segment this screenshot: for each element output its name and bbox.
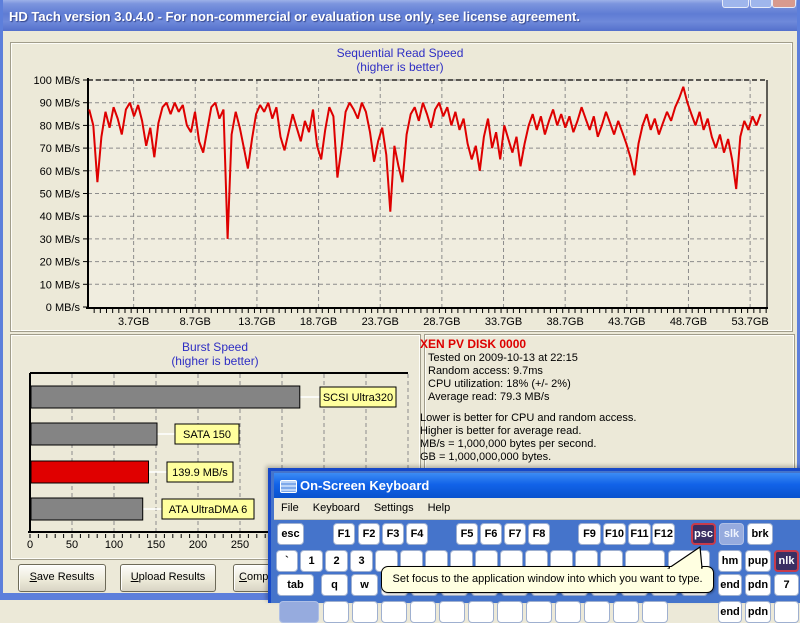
device-name: XEN PV DISK 0000 [420, 337, 526, 351]
info-detail-line: Tested on 2009-10-13 at 22:15 [428, 352, 578, 365]
osk-titlebar[interactable]: On-Screen Keyboard [274, 473, 800, 498]
osk-key-F1[interactable]: F1 [333, 523, 355, 545]
osk-key-F10[interactable]: F10 [603, 523, 626, 545]
osk-key-end[interactable]: end [718, 601, 742, 623]
screen: { "window": { "title": "HD Tach version … [0, 0, 800, 600]
osk-key-esc[interactable]: esc [277, 523, 304, 545]
info-detail-line: Random access: 9.7ms [428, 365, 578, 378]
osk-key-hidden[interactable] [352, 601, 378, 623]
osk-key-F8[interactable]: F8 [528, 523, 550, 545]
osk-key-hidden[interactable] [774, 601, 799, 623]
osk-key-nlk[interactable]: nlk [774, 550, 799, 572]
osk-menu-keyboard[interactable]: Keyboard [306, 498, 367, 514]
osk-key-hidden[interactable] [410, 601, 436, 623]
keyboard-icon [280, 480, 297, 493]
hdtach-window-title: HD Tach version 3.0.4.0 - For non-commer… [9, 9, 580, 24]
osk-menu-settings[interactable]: Settings [367, 498, 421, 514]
osk-key-tab[interactable]: tab [277, 574, 314, 596]
info-note-line: Lower is better for CPU and random acces… [420, 412, 636, 425]
osk-key-F7[interactable]: F7 [504, 523, 526, 545]
osk-key-end[interactable]: end [718, 574, 742, 596]
info-note-line: MB/s = 1,000,000 bytes per second. [420, 438, 636, 451]
osk-key-hidden[interactable] [584, 601, 610, 623]
osk-key-slk[interactable]: slk [719, 523, 744, 545]
osk-key-3[interactable]: 3 [350, 550, 373, 572]
osk-window-title: On-Screen Keyboard [300, 478, 429, 493]
upload-results-button[interactable]: Upload Results [120, 564, 216, 592]
osk-key-2[interactable]: 2 [325, 550, 348, 572]
tooltip-tail [661, 545, 709, 571]
osk-key-F11[interactable]: F11 [628, 523, 651, 545]
osk-key-pdn[interactable]: pdn [745, 574, 771, 596]
osk-key-brk[interactable]: brk [747, 523, 773, 545]
window-border-left [0, 0, 3, 600]
osk-key-1[interactable]: 1 [300, 550, 323, 572]
hdtach-titlebar[interactable]: HD Tach version 3.0.4.0 - For non-commer… [0, 0, 800, 31]
osk-key-F2[interactable]: F2 [358, 523, 380, 545]
osk-key-hidden[interactable] [468, 601, 494, 623]
osk-key-`[interactable]: ` [276, 550, 298, 572]
osk-key-psc[interactable]: psc [691, 523, 716, 545]
osk-key-hm[interactable]: hm [718, 550, 742, 572]
osk-key-hidden[interactable] [613, 601, 639, 623]
on-screen-keyboard-window: On-Screen Keyboard FileKeyboardSettingsH… [268, 468, 800, 603]
osk-key-hidden[interactable] [526, 601, 552, 623]
sequential-read-panel [10, 42, 793, 332]
info-note-line: GB = 1,000,000,000 bytes. [420, 451, 636, 464]
info-note-line: Higher is better for average read. [420, 425, 636, 438]
save-results-button[interactable]: Save Results [18, 564, 106, 592]
minimize-button[interactable] [722, 0, 749, 8]
seq-chart-subtitle: (higher is better) [100, 60, 700, 74]
osk-key-pup[interactable]: pup [745, 550, 771, 572]
maximize-button[interactable] [750, 0, 772, 8]
info-notes: Lower is better for CPU and random acces… [420, 412, 636, 464]
osk-menu-help[interactable]: Help [421, 498, 458, 514]
osk-key-hidden[interactable] [439, 601, 465, 623]
burst-chart-subtitle: (higher is better) [15, 354, 415, 368]
osk-key-hidden[interactable] [642, 601, 668, 623]
osk-menu-file[interactable]: File [274, 498, 306, 514]
burst-chart-title: Burst Speed [15, 340, 415, 354]
close-button[interactable] [772, 0, 796, 8]
osk-key-hidden[interactable] [279, 601, 319, 623]
osk-key-hidden[interactable] [323, 601, 349, 623]
osk-key-F6[interactable]: F6 [480, 523, 502, 545]
seq-chart-title: Sequential Read Speed [100, 46, 700, 60]
osk-key-7[interactable]: 7 [774, 574, 799, 596]
osk-key-F12[interactable]: F12 [652, 523, 675, 545]
osk-key-F5[interactable]: F5 [456, 523, 478, 545]
osk-key-F4[interactable]: F4 [406, 523, 428, 545]
osk-key-pdn[interactable]: pdn [745, 601, 771, 623]
osk-key-hidden[interactable] [555, 601, 581, 623]
info-detail-line: CPU utilization: 18% (+/- 2%) [428, 378, 578, 391]
info-detail-line: Average read: 79.3 MB/s [428, 391, 578, 404]
osk-key-F9[interactable]: F9 [578, 523, 601, 545]
osk-key-hidden[interactable] [381, 601, 407, 623]
osk-key-hidden[interactable] [497, 601, 523, 623]
osk-key-F3[interactable]: F3 [382, 523, 404, 545]
osk-key-q[interactable]: q [321, 574, 348, 596]
osk-key-w[interactable]: w [351, 574, 378, 596]
osk-menubar: FileKeyboardSettingsHelp [274, 498, 800, 520]
test-details: Tested on 2009-10-13 at 22:15Random acce… [428, 352, 578, 404]
